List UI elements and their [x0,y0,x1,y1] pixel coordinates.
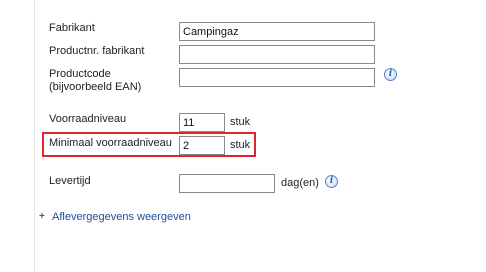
delivery-time-input[interactable] [179,174,275,193]
stock-level-unit: stuk [230,116,251,128]
manufacturer-product-number-label: Productnr. fabrikant [49,45,145,57]
plus-icon[interactable]: + [39,212,47,222]
delivery-time-info-icon[interactable]: i [325,175,338,188]
minimum-stock-level-input[interactable] [179,136,225,155]
minimum-stock-level-label: Minimaal voorraadniveau [49,137,172,149]
manufacturer-product-number-input[interactable] [179,45,375,64]
product-code-input[interactable] [179,68,375,87]
delivery-time-label: Levertijd [49,175,91,187]
stock-level-label: Voorraadniveau [49,113,127,125]
stock-level-input[interactable] [179,113,225,132]
show-delivery-details-link[interactable]: Aflevergegevens weergeven [52,211,191,224]
manufacturer-label: Fabrikant [49,22,95,34]
product-code-label: Productcode (bijvoorbeeld EAN) [49,68,142,93]
manufacturer-input[interactable] [179,22,375,41]
delivery-time-unit: dag(en) [281,177,319,189]
product-code-info-icon[interactable]: i [384,68,397,81]
minimum-stock-level-unit: stuk [230,139,251,151]
